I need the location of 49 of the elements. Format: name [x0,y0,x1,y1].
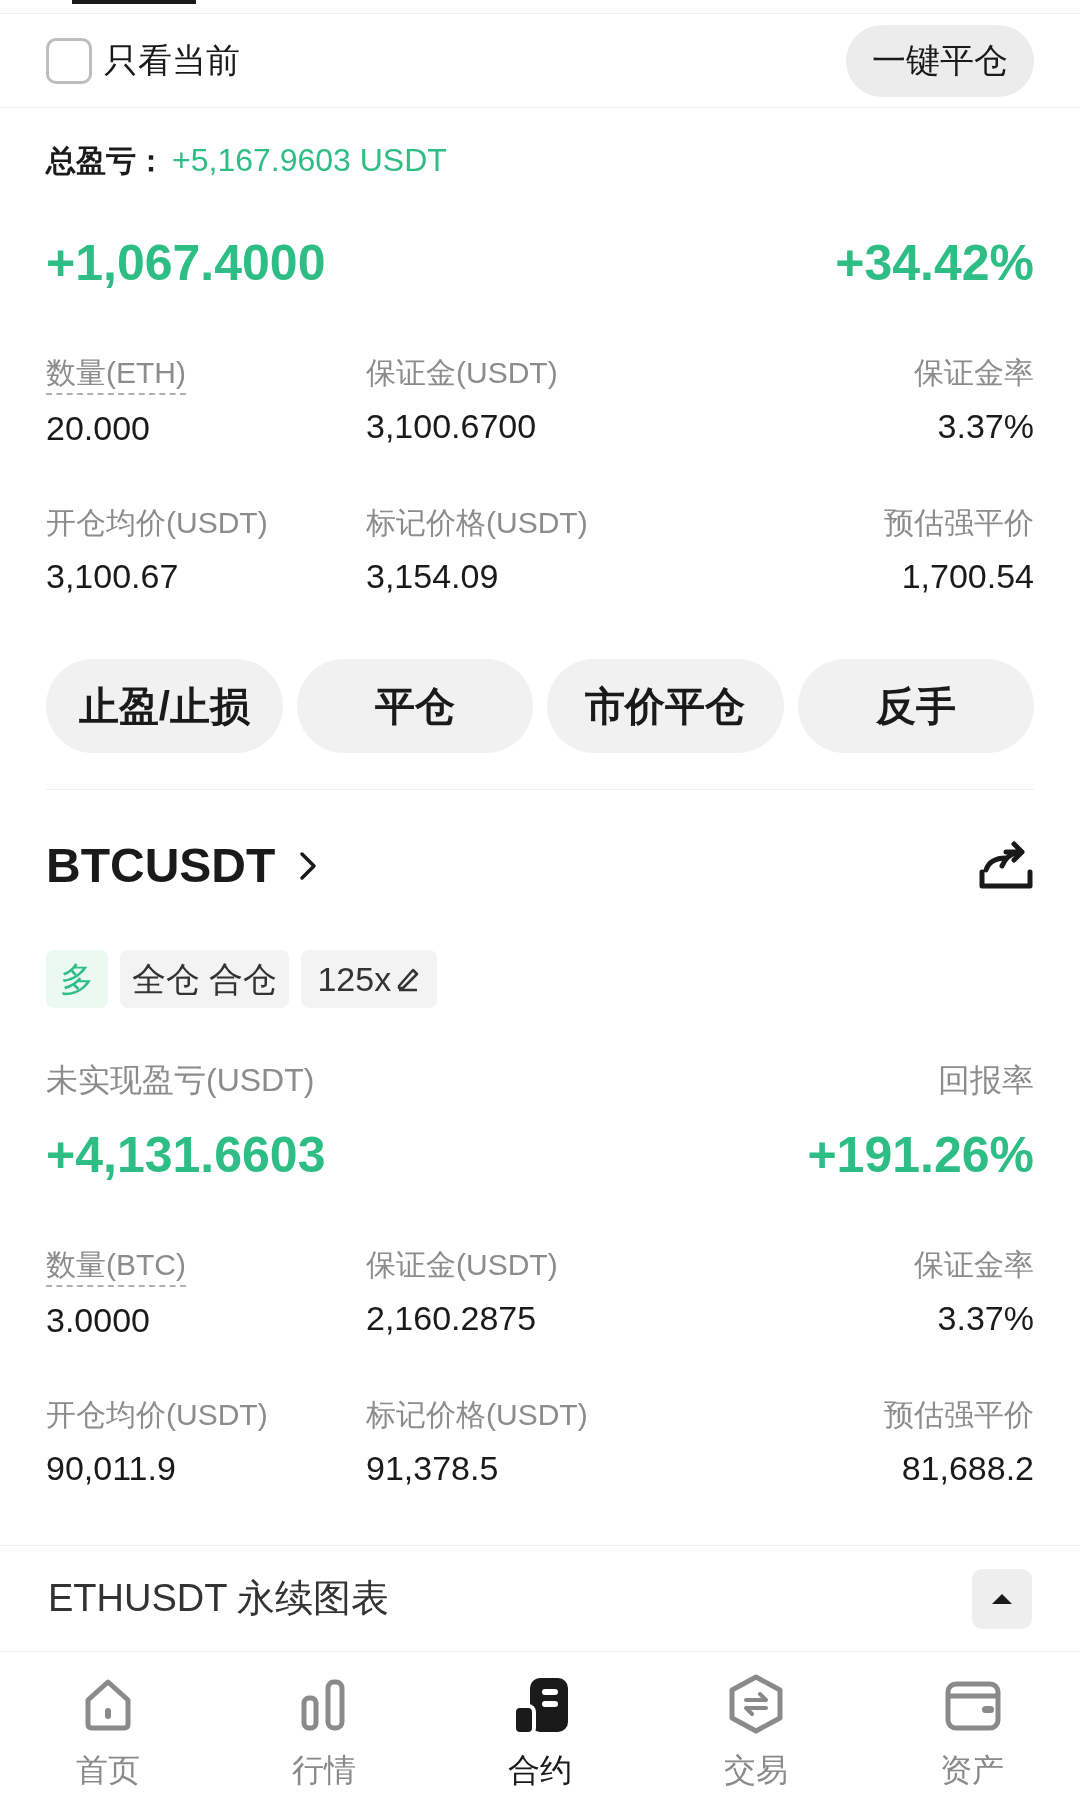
checkbox[interactable] [46,37,92,84]
stat-value: 2,160.2875 [366,1298,537,1339]
action-button[interactable]: 反手 [797,659,1034,753]
pnl-value: +4,131.6603 [46,1126,326,1185]
action-button[interactable]: 平仓 [296,659,533,753]
stat-value: 90,011.9 [46,1448,176,1489]
checkbox-label: 只看当前 [104,40,240,81]
roe-label: 回报率 [938,1061,1034,1100]
stat-label: 保证金率 [914,1247,1034,1283]
stat-value: 3.37% [937,406,1034,447]
stat-value: 20.000 [46,408,150,449]
stat-value: 3,154.09 [366,556,499,597]
stat-label: 数量(BTC) [46,1245,186,1287]
total-pnl-label: 总盈亏： [46,142,166,179]
stat-label: 预估强平价 [884,1397,1034,1433]
action-button[interactable]: 市价平仓 [547,659,784,753]
share-icon[interactable] [978,840,1034,892]
stat-value: 3,100.67 [46,556,179,597]
stat-label: 预估强平价 [884,505,1034,541]
chevron-right-icon[interactable] [299,851,318,881]
stat-value: 3,100.6700 [366,406,537,447]
stat-label: 开仓均价(USDT) [46,505,268,541]
close-all-button[interactable]: 一键平仓 [846,24,1034,97]
stat-label: 保证金(USDT) [366,1247,558,1283]
stat-value: 81,688.2 [901,1448,1034,1489]
nav-tab[interactable]: 合约 [432,1672,648,1811]
collapse-button[interactable] [972,1568,1032,1629]
stat-label: 开仓均价(USDT) [46,1397,268,1433]
pnl-label: 未实现盈亏(USDT) [46,1061,315,1100]
stat-label: 标记价格(USDT) [366,1397,588,1433]
roe-value: +191.26% [807,1126,1034,1185]
leverage-tag[interactable]: 125x [301,950,438,1008]
stat-label: 保证金率 [914,355,1034,391]
stat-value: 3.0000 [46,1300,150,1341]
stat-value: 91,378.5 [366,1448,499,1489]
caret-up-icon [990,1591,1014,1606]
stat-label: 保证金(USDT) [366,355,558,391]
stat-value: 3.37% [937,1298,1034,1339]
pnl-value: +1,067.4000 [46,234,326,293]
action-button[interactable]: 止盈/止损 [46,659,283,753]
roe-value: +34.42% [835,234,1034,293]
side-tag: 多 [46,950,108,1008]
stat-label: 标记价格(USDT) [366,505,588,541]
chart-title: ETHUSDT 永续图表 [48,1576,390,1621]
margin-mode-tag: 全仓 合仓 [120,950,290,1008]
stat-label: 数量(ETH) [46,353,186,395]
total-pnl-value: +5,167.9603 USDT [172,141,447,180]
stat-value: 1,700.54 [901,556,1034,597]
symbol-title[interactable]: BTCUSDT [46,830,276,902]
